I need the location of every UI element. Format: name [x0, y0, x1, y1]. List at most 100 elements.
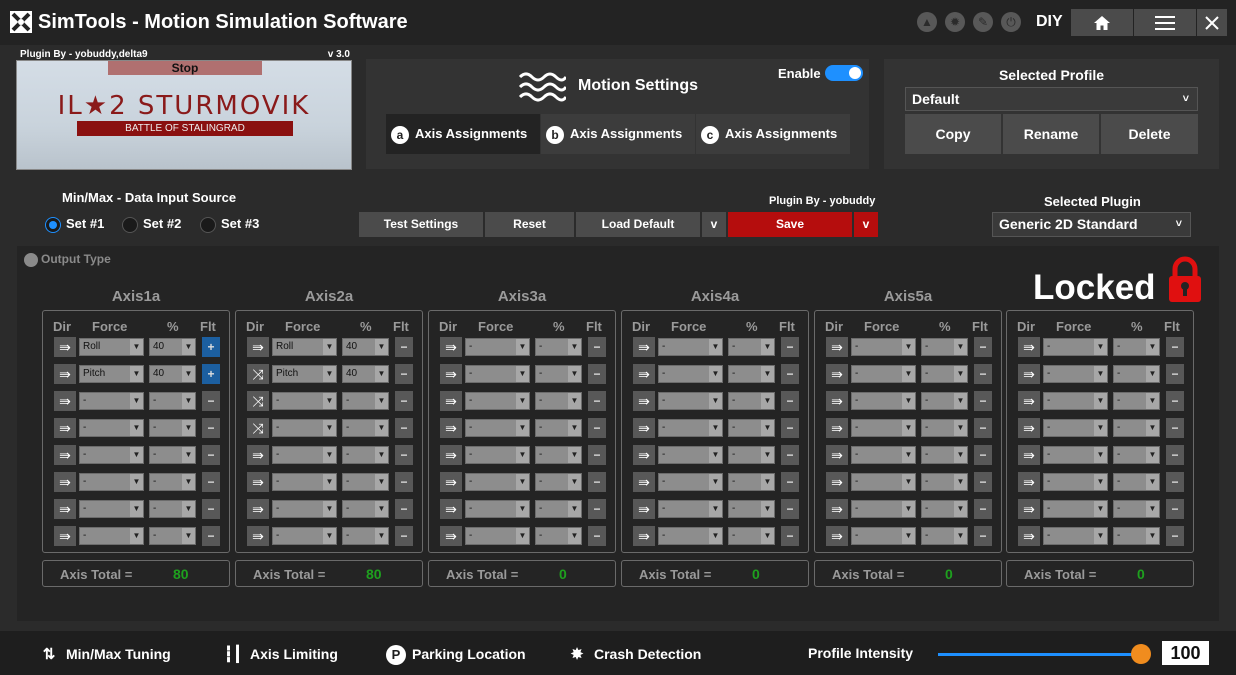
percent-dropdown[interactable]: - ▼ [728, 527, 775, 545]
filter-remove-icon[interactable]: − [974, 445, 992, 465]
arrow-direction-icon[interactable]: ⇛ [826, 526, 848, 546]
force-dropdown[interactable]: - ▼ [465, 527, 530, 545]
force-dropdown[interactable]: - ▼ [1043, 419, 1108, 437]
percent-dropdown[interactable]: - ▼ [921, 527, 968, 545]
force-dropdown[interactable]: - ▼ [658, 500, 723, 518]
save-button[interactable]: Save [728, 212, 852, 237]
filter-remove-icon[interactable]: − [202, 526, 220, 546]
percent-dropdown[interactable]: - ▼ [535, 446, 582, 464]
filter-remove-icon[interactable]: − [1166, 418, 1184, 438]
copy-button[interactable]: Copy [905, 114, 1001, 154]
force-dropdown[interactable]: - ▼ [851, 500, 916, 518]
force-dropdown[interactable]: - ▼ [272, 473, 337, 491]
force-dropdown[interactable]: - ▼ [1043, 527, 1108, 545]
arrow-direction-icon[interactable]: ⇛ [826, 445, 848, 465]
radio-set-3[interactable]: Set #3 [200, 216, 259, 233]
percent-dropdown[interactable]: 40 ▼ [149, 338, 196, 356]
force-dropdown[interactable]: - ▼ [465, 338, 530, 356]
filter-remove-icon[interactable]: − [1166, 472, 1184, 492]
force-dropdown[interactable]: - ▼ [272, 419, 337, 437]
percent-dropdown[interactable]: - ▼ [149, 392, 196, 410]
filter-remove-icon[interactable]: − [781, 472, 799, 492]
save-dropdown[interactable]: v [854, 212, 878, 237]
reset-button[interactable]: Reset [485, 212, 574, 237]
force-dropdown[interactable]: - ▼ [79, 392, 144, 410]
arrow-direction-icon[interactable]: ⇛ [633, 391, 655, 411]
load-default-dropdown[interactable]: v [702, 212, 726, 237]
percent-dropdown[interactable]: - ▼ [728, 392, 775, 410]
percent-dropdown[interactable]: - ▼ [149, 419, 196, 437]
force-dropdown[interactable]: - ▼ [272, 527, 337, 545]
force-dropdown[interactable]: - ▼ [465, 446, 530, 464]
filter-remove-icon[interactable]: − [781, 337, 799, 357]
percent-dropdown[interactable]: - ▼ [728, 446, 775, 464]
force-dropdown[interactable]: - ▼ [465, 365, 530, 383]
arrow-direction-icon[interactable]: ⇛ [54, 337, 76, 357]
arrow-direction-icon[interactable]: ⇛ [54, 499, 76, 519]
force-dropdown[interactable]: - ▼ [851, 392, 916, 410]
force-dropdown[interactable]: - ▼ [1043, 473, 1108, 491]
shuffle-direction-icon[interactable]: ⤨ [247, 364, 269, 384]
filter-remove-icon[interactable]: − [395, 526, 413, 546]
percent-dropdown[interactable]: - ▼ [1113, 365, 1160, 383]
arrow-direction-icon[interactable]: ⇛ [633, 364, 655, 384]
percent-dropdown[interactable]: 40 ▼ [342, 338, 389, 356]
filter-remove-icon[interactable]: − [588, 445, 606, 465]
percent-dropdown[interactable]: - ▼ [728, 500, 775, 518]
filter-remove-icon[interactable]: − [1166, 499, 1184, 519]
percent-dropdown[interactable]: - ▼ [1113, 419, 1160, 437]
force-dropdown[interactable]: - ▼ [851, 473, 916, 491]
home-button[interactable] [1071, 9, 1133, 36]
arrow-direction-icon[interactable]: ⇛ [1018, 418, 1040, 438]
filter-remove-icon[interactable]: − [395, 418, 413, 438]
arrow-direction-icon[interactable]: ⇛ [54, 445, 76, 465]
force-dropdown[interactable]: - ▼ [851, 446, 916, 464]
percent-dropdown[interactable]: - ▼ [921, 446, 968, 464]
percent-dropdown[interactable]: - ▼ [1113, 446, 1160, 464]
arrow-direction-icon[interactable]: ⇛ [1018, 499, 1040, 519]
percent-dropdown[interactable]: - ▼ [535, 365, 582, 383]
filter-remove-icon[interactable]: − [588, 499, 606, 519]
menu-button[interactable] [1134, 9, 1196, 36]
filter-remove-icon[interactable]: − [395, 364, 413, 384]
filter-remove-icon[interactable]: − [1166, 391, 1184, 411]
arrow-direction-icon[interactable]: ⇛ [54, 364, 76, 384]
arrow-direction-icon[interactable]: ⇛ [1018, 472, 1040, 492]
filter-remove-icon[interactable]: − [588, 391, 606, 411]
arrow-direction-icon[interactable]: ⇛ [247, 526, 269, 546]
intensity-slider-thumb[interactable] [1131, 644, 1151, 664]
percent-dropdown[interactable]: - ▼ [535, 473, 582, 491]
arrow-direction-icon[interactable]: ⇛ [54, 526, 76, 546]
arrow-direction-icon[interactable]: ⇛ [440, 499, 462, 519]
upload-icon[interactable]: ▲ [917, 12, 937, 32]
filter-remove-icon[interactable]: − [395, 391, 413, 411]
force-dropdown[interactable]: - ▼ [1043, 446, 1108, 464]
force-dropdown[interactable]: Roll ▼ [272, 338, 337, 356]
radio-set-2[interactable]: Set #2 [122, 216, 181, 233]
arrow-direction-icon[interactable]: ⇛ [247, 445, 269, 465]
force-dropdown[interactable]: - ▼ [658, 419, 723, 437]
intensity-slider-track[interactable] [938, 653, 1144, 656]
percent-dropdown[interactable]: - ▼ [535, 338, 582, 356]
arrow-direction-icon[interactable]: ⇛ [440, 337, 462, 357]
intensity-value-input[interactable]: 100 [1162, 641, 1209, 665]
force-dropdown[interactable]: - ▼ [1043, 392, 1108, 410]
percent-dropdown[interactable]: - ▼ [728, 473, 775, 491]
force-dropdown[interactable]: - ▼ [272, 500, 337, 518]
filter-remove-icon[interactable]: − [1166, 526, 1184, 546]
percent-dropdown[interactable]: - ▼ [728, 338, 775, 356]
shuffle-direction-icon[interactable]: ⤨ [247, 418, 269, 438]
arrow-direction-icon[interactable]: ⇛ [633, 472, 655, 492]
percent-dropdown[interactable]: - ▼ [342, 446, 389, 464]
force-dropdown[interactable]: - ▼ [465, 473, 530, 491]
filter-remove-icon[interactable]: − [781, 364, 799, 384]
arrow-direction-icon[interactable]: ⇛ [440, 391, 462, 411]
test-settings-button[interactable]: Test Settings [359, 212, 483, 237]
filter-remove-icon[interactable]: − [974, 472, 992, 492]
filter-remove-icon[interactable]: − [202, 418, 220, 438]
percent-dropdown[interactable]: - ▼ [1113, 527, 1160, 545]
filter-remove-icon[interactable]: − [1166, 364, 1184, 384]
percent-dropdown[interactable]: - ▼ [1113, 338, 1160, 356]
force-dropdown[interactable]: - ▼ [658, 338, 723, 356]
percent-dropdown[interactable]: - ▼ [1113, 500, 1160, 518]
